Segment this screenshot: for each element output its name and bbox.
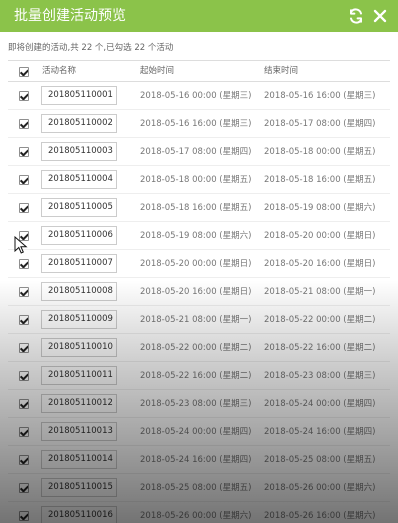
table-row: 201805110010 2018-05-22 00:00 (星期二) 2018… [8,334,390,362]
header-end-time: 结束时间 [264,66,299,76]
row-checkbox[interactable] [19,427,29,437]
header-start-time: 起始时间 [140,66,175,76]
start-time: 2018-05-20 00:00 (星期日) [140,259,252,269]
table-row: 201805110004 2018-05-18 00:00 (星期五) 2018… [8,166,390,194]
activity-name-input[interactable]: 201805110015 [41,478,117,497]
activity-name-input[interactable]: 201805110010 [41,338,117,357]
end-time: 2018-05-16 16:00 (星期三) [264,91,376,101]
close-icon[interactable] [371,7,389,25]
end-time: 2018-05-17 08:00 (星期四) [264,119,376,129]
table-row: 201805110003 2018-05-17 08:00 (星期四) 2018… [8,138,390,166]
start-time: 2018-05-26 00:00 (星期六) [140,511,252,521]
row-checkbox[interactable] [19,147,29,157]
start-time: 2018-05-22 00:00 (星期二) [140,343,252,353]
table-row: 201805110002 2018-05-16 16:00 (星期三) 2018… [8,110,390,138]
activity-name-input[interactable]: 201805110011 [41,366,117,385]
activity-name-input[interactable]: 201805110001 [41,86,117,105]
title-actions [347,5,389,27]
end-time: 2018-05-25 08:00 (星期五) [264,455,376,465]
row-checkbox[interactable] [19,231,29,241]
start-time: 2018-05-16 00:00 (星期三) [140,91,252,101]
row-checkbox[interactable] [19,203,29,213]
table-row: 201805110015 2018-05-25 08:00 (星期五) 2018… [8,474,390,502]
batch-create-preview-dialog: 批量创建活动预览 即将创建的活动,共 22 个,已勾选 22 个活动 活动名称 [0,0,398,523]
row-checkbox[interactable] [19,119,29,129]
activity-name-input[interactable]: 201805110002 [41,114,117,133]
activity-name-input[interactable]: 201805110008 [41,282,117,301]
end-time: 2018-05-22 00:00 (星期二) [264,315,376,325]
table-row: 201805110001 2018-05-16 00:00 (星期三) 2018… [8,82,390,110]
row-checkbox[interactable] [19,511,29,521]
header-activity-name: 活动名称 [42,66,77,76]
row-checkbox[interactable] [19,287,29,297]
start-time: 2018-05-16 16:00 (星期三) [140,119,252,129]
start-time: 2018-05-18 16:00 (星期五) [140,203,252,213]
start-time: 2018-05-24 16:00 (星期四) [140,455,252,465]
table-row: 201805110016 2018-05-26 00:00 (星期六) 2018… [8,502,390,523]
end-time: 2018-05-24 16:00 (星期四) [264,427,376,437]
start-time: 2018-05-19 08:00 (星期六) [140,231,252,241]
activity-preview-table: 活动名称 起始时间 结束时间 201805110001 2018-05-16 0… [8,60,390,523]
start-time: 2018-05-23 08:00 (星期三) [140,399,252,409]
end-time: 2018-05-19 08:00 (星期六) [264,203,376,213]
close-icon-svg [373,9,387,23]
end-time: 2018-05-18 00:00 (星期五) [264,147,376,157]
activity-name-input[interactable]: 201805110004 [41,170,117,189]
activity-name-input[interactable]: 201805110012 [41,394,117,413]
end-time: 2018-05-18 16:00 (星期五) [264,175,376,185]
table-row: 201805110005 2018-05-18 16:00 (星期五) 2018… [8,194,390,222]
refresh-icon[interactable] [347,7,365,25]
start-time: 2018-05-22 16:00 (星期二) [140,371,252,381]
end-time: 2018-05-26 16:00 (星期六) [264,511,376,521]
table-header: 活动名称 起始时间 结束时间 [8,60,390,82]
start-time: 2018-05-20 16:00 (星期日) [140,287,252,297]
end-time: 2018-05-20 00:00 (星期日) [264,231,376,241]
end-time: 2018-05-20 16:00 (星期日) [264,259,376,269]
start-time: 2018-05-17 08:00 (星期四) [140,147,252,157]
start-time: 2018-05-24 00:00 (星期四) [140,427,252,437]
row-checkbox[interactable] [19,175,29,185]
end-time: 2018-05-24 00:00 (星期四) [264,399,376,409]
activity-name-input[interactable]: 201805110013 [41,422,117,441]
activity-name-input[interactable]: 201805110005 [41,198,117,217]
row-checkbox[interactable] [19,455,29,465]
table-row: 201805110012 2018-05-23 08:00 (星期三) 2018… [8,390,390,418]
title-bar: 批量创建活动预览 [0,0,398,32]
row-checkbox[interactable] [19,91,29,101]
activity-name-input[interactable]: 201805110006 [41,226,117,245]
end-time: 2018-05-21 08:00 (星期一) [264,287,376,297]
refresh-icon-svg [350,8,362,24]
table-row: 201805110013 2018-05-24 00:00 (星期四) 2018… [8,418,390,446]
table-row: 201805110009 2018-05-21 08:00 (星期一) 2018… [8,306,390,334]
dialog-title: 批量创建活动预览 [14,8,126,24]
row-checkbox[interactable] [19,315,29,325]
table-row: 201805110006 2018-05-19 08:00 (星期六) 2018… [8,222,390,250]
activity-name-input[interactable]: 201805110003 [41,142,117,161]
start-time: 2018-05-18 00:00 (星期五) [140,175,252,185]
selection-summary: 即将创建的活动,共 22 个,已勾选 22 个活动 [8,43,174,53]
row-checkbox[interactable] [19,371,29,381]
activity-name-input[interactable]: 201805110016 [41,506,117,523]
activity-name-input[interactable]: 201805110007 [41,254,117,273]
end-time: 2018-05-22 16:00 (星期二) [264,343,376,353]
row-checkbox[interactable] [19,399,29,409]
start-time: 2018-05-21 08:00 (星期一) [140,315,252,325]
select-all-checkbox[interactable] [19,67,29,77]
end-time: 2018-05-23 08:00 (星期三) [264,371,376,381]
table-row: 201805110008 2018-05-20 16:00 (星期日) 2018… [8,278,390,306]
table-row: 201805110011 2018-05-22 16:00 (星期二) 2018… [8,362,390,390]
row-checkbox[interactable] [19,259,29,269]
end-time: 2018-05-26 00:00 (星期六) [264,483,376,493]
table-row: 201805110014 2018-05-24 16:00 (星期四) 2018… [8,446,390,474]
activity-name-input[interactable]: 201805110009 [41,310,117,329]
row-checkbox[interactable] [19,343,29,353]
start-time: 2018-05-25 08:00 (星期五) [140,483,252,493]
row-checkbox[interactable] [19,483,29,493]
activity-name-input[interactable]: 201805110014 [41,450,117,469]
table-row: 201805110007 2018-05-20 00:00 (星期日) 2018… [8,250,390,278]
